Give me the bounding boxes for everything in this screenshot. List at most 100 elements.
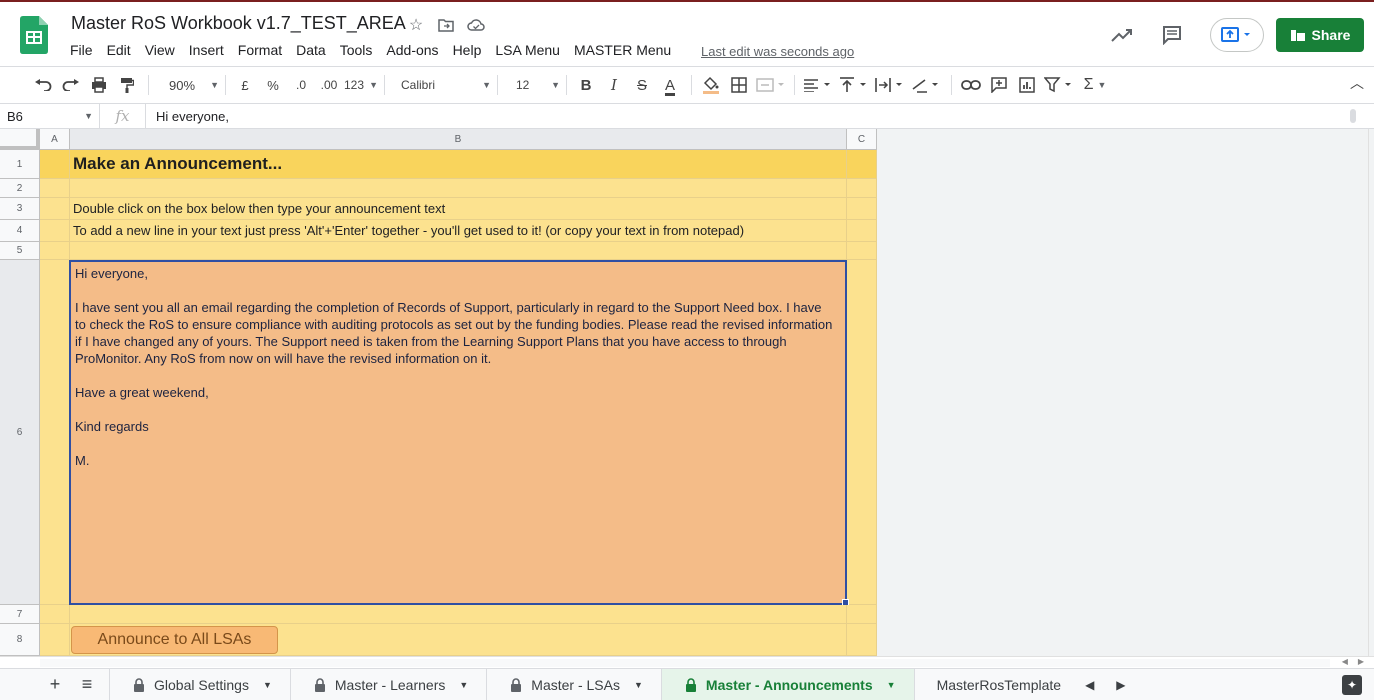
text-wrapping-icon[interactable] xyxy=(873,72,907,98)
percent-button[interactable]: % xyxy=(260,72,286,98)
collapse-toolbar-icon[interactable]: ︿ xyxy=(1350,73,1364,93)
bold-button[interactable]: B xyxy=(573,72,599,98)
font-size-select[interactable]: 12 ▼ xyxy=(504,72,560,98)
menu-help[interactable]: Help xyxy=(453,42,489,58)
menu-addons[interactable]: Add-ons xyxy=(386,42,445,58)
insert-comment-icon[interactable] xyxy=(986,72,1012,98)
filter-icon[interactable] xyxy=(1042,72,1076,98)
redo-icon[interactable] xyxy=(58,72,84,98)
row-header-2[interactable]: 2 xyxy=(0,179,40,198)
cell-a6[interactable] xyxy=(40,260,70,605)
announcement-text-cell[interactable]: Hi everyone, I have sent you all an emai… xyxy=(69,260,847,605)
row-header-3[interactable]: 3 xyxy=(0,198,40,220)
row-header-1[interactable]: 1 xyxy=(0,150,40,179)
row-header-5[interactable]: 5 xyxy=(0,242,40,260)
functions-button[interactable]: Σ ▼ xyxy=(1078,72,1112,98)
cell-b7[interactable] xyxy=(70,605,847,624)
tabs-scroll-right-icon[interactable]: ▶ xyxy=(1116,678,1125,692)
tab-master-learners[interactable]: Master - Learners ▼ xyxy=(289,668,486,700)
scroll-left-icon[interactable]: ◀ xyxy=(1342,657,1348,666)
cell-c3[interactable] xyxy=(847,198,877,220)
cell-c5[interactable] xyxy=(847,242,877,260)
paint-format-icon[interactable] xyxy=(114,72,140,98)
increase-decimal-button[interactable]: .00 xyxy=(316,72,342,98)
all-sheets-icon[interactable]: ≡ xyxy=(71,669,103,700)
vertical-scrollbar[interactable] xyxy=(1368,129,1374,656)
menu-format[interactable]: Format xyxy=(238,42,289,58)
link-icon[interactable] xyxy=(958,72,984,98)
italic-button[interactable]: I xyxy=(601,72,627,98)
explore-icon[interactable]: ✦ xyxy=(1342,675,1362,695)
tab-master-announcements[interactable]: Master - Announcements ▼ xyxy=(660,668,914,700)
undo-icon[interactable] xyxy=(30,72,56,98)
merge-cells-icon[interactable] xyxy=(754,72,786,98)
row-header-6[interactable]: 6 xyxy=(0,260,40,605)
fill-color-icon[interactable] xyxy=(698,72,724,98)
scroll-right-icon[interactable]: ▶ xyxy=(1358,657,1364,666)
menu-data[interactable]: Data xyxy=(296,42,333,58)
cell-c6[interactable] xyxy=(847,260,877,605)
row-header-4[interactable]: 4 xyxy=(0,220,40,242)
borders-icon[interactable] xyxy=(726,72,752,98)
tabs-scroll-left-icon[interactable]: ◀ xyxy=(1085,678,1094,692)
name-box[interactable]: B6 ▼ xyxy=(0,104,100,128)
cell-a7[interactable] xyxy=(40,605,70,624)
align-left-icon[interactable] xyxy=(801,72,835,98)
menu-tools[interactable]: Tools xyxy=(340,42,380,58)
cell-a8[interactable] xyxy=(40,624,70,656)
share-button[interactable]: Share xyxy=(1276,18,1364,52)
text-rotation-icon[interactable] xyxy=(909,72,943,98)
add-sheet-icon[interactable]: + xyxy=(39,669,71,700)
column-header-c[interactable]: C xyxy=(847,129,877,150)
cell-a2[interactable] xyxy=(40,179,70,198)
present-button[interactable] xyxy=(1210,18,1264,52)
formula-bar-scroll[interactable] xyxy=(1350,109,1356,123)
strikethrough-button[interactable]: S xyxy=(629,72,655,98)
tab-masterrostemplate[interactable]: MasterRosTemplate xyxy=(913,668,1068,700)
comment-icon[interactable] xyxy=(1160,23,1184,47)
zoom-select[interactable]: 90% ▼ xyxy=(155,72,219,98)
tab-master-lsas[interactable]: Master - LSAs ▼ xyxy=(486,668,661,700)
cell-c4[interactable] xyxy=(847,220,877,242)
document-title[interactable]: Master RoS Workbook v1.7_TEST_AREA xyxy=(71,13,406,34)
cell-a3[interactable] xyxy=(40,198,70,220)
select-all-corner[interactable] xyxy=(0,129,40,150)
menu-file[interactable]: File xyxy=(70,42,100,58)
move-icon[interactable] xyxy=(436,15,456,35)
menu-master[interactable]: MASTER Menu xyxy=(574,42,678,58)
tab-global-settings[interactable]: Global Settings ▼ xyxy=(109,668,290,700)
cell-b3[interactable]: Double click on the box below then type … xyxy=(70,198,847,220)
cell-b2[interactable] xyxy=(70,179,847,198)
insert-chart-icon[interactable] xyxy=(1014,72,1040,98)
cell-a1[interactable] xyxy=(40,150,70,179)
formula-input[interactable]: Hi everyone, xyxy=(146,109,229,124)
cell-c8[interactable] xyxy=(847,624,877,656)
sheets-logo-icon[interactable] xyxy=(20,16,48,54)
star-icon[interactable]: ☆ xyxy=(406,15,426,35)
last-edit-link[interactable]: Last edit was seconds ago xyxy=(701,44,854,59)
vertical-align-icon[interactable] xyxy=(837,72,871,98)
font-select[interactable]: Calibri ▼ xyxy=(391,72,491,98)
decrease-decimal-button[interactable]: .0 xyxy=(288,72,314,98)
row-header-8[interactable]: 8 xyxy=(0,624,40,656)
menu-edit[interactable]: Edit xyxy=(107,42,138,58)
cell-b5[interactable] xyxy=(70,242,847,260)
cell-c7[interactable] xyxy=(847,605,877,624)
print-icon[interactable] xyxy=(86,72,112,98)
cell-b4[interactable]: To add a new line in your text just pres… xyxy=(70,220,847,242)
text-color-button[interactable]: A xyxy=(657,72,683,98)
cell-a5[interactable] xyxy=(40,242,70,260)
announce-to-all-button[interactable]: Announce to All LSAs xyxy=(71,626,278,654)
cell-c2[interactable] xyxy=(847,179,877,198)
column-header-b[interactable]: B xyxy=(70,129,847,150)
currency-button[interactable]: £ xyxy=(232,72,258,98)
column-header-a[interactable]: A xyxy=(40,129,70,150)
menu-insert[interactable]: Insert xyxy=(189,42,231,58)
cloud-icon[interactable] xyxy=(466,15,486,35)
cell-c1[interactable] xyxy=(847,150,877,179)
row-header-7[interactable]: 7 xyxy=(0,605,40,624)
menu-lsa[interactable]: LSA Menu xyxy=(495,42,567,58)
menu-view[interactable]: View xyxy=(145,42,182,58)
cell-b1[interactable]: Make an Announcement... xyxy=(70,150,847,179)
horizontal-scrollbar[interactable]: ◀ ▶ xyxy=(0,656,1374,668)
